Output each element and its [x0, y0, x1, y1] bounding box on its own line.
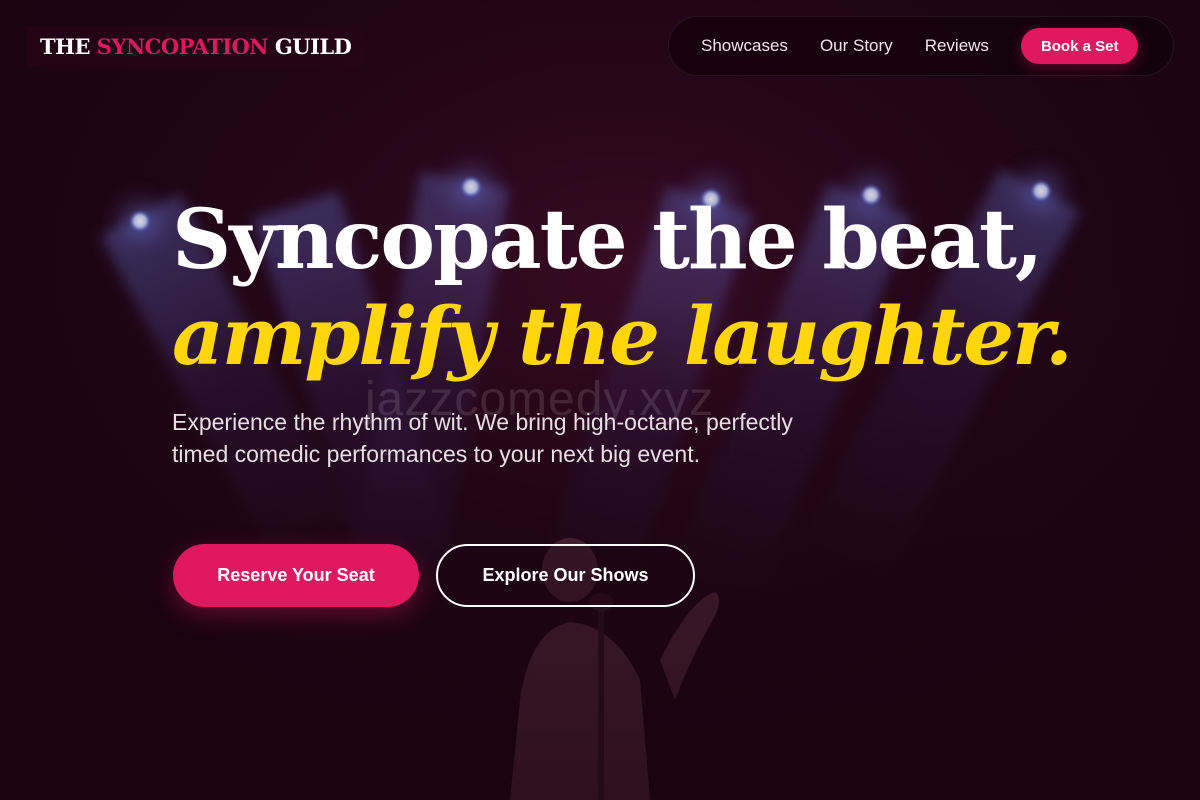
logo-text-accent: SYNCOPATION — [96, 34, 269, 59]
hero-section: Syncopate the beat, amplify the laughter… — [172, 192, 1073, 470]
hero-headline-line2: amplify the laughter. — [172, 289, 1073, 383]
nav-link-our-story[interactable]: Our Story — [820, 36, 893, 56]
logo-text-suffix: GUILD — [268, 34, 352, 59]
landing-page: THE SYNCOPATION GUILD Showcases Our Stor… — [0, 0, 1200, 800]
hero-headline-line1: Syncopate the beat, — [172, 192, 1043, 288]
hero-subtitle: Experience the rhythm of wit. We bring h… — [172, 409, 793, 467]
main-navigation: Showcases Our Story Reviews Book a Set — [668, 16, 1174, 76]
explore-shows-button[interactable]: Explore Our Shows — [436, 544, 695, 607]
reserve-seat-button[interactable]: Reserve Your Seat — [173, 544, 419, 607]
nav-link-showcases[interactable]: Showcases — [701, 36, 788, 56]
hero-cta-group: Reserve Your Seat Explore Our Shows — [173, 544, 695, 607]
nav-link-reviews[interactable]: Reviews — [925, 36, 989, 56]
logo-text-prefix: THE — [40, 34, 97, 59]
site-logo[interactable]: THE SYNCOPATION GUILD — [26, 26, 366, 67]
book-a-set-button[interactable]: Book a Set — [1020, 28, 1139, 64]
